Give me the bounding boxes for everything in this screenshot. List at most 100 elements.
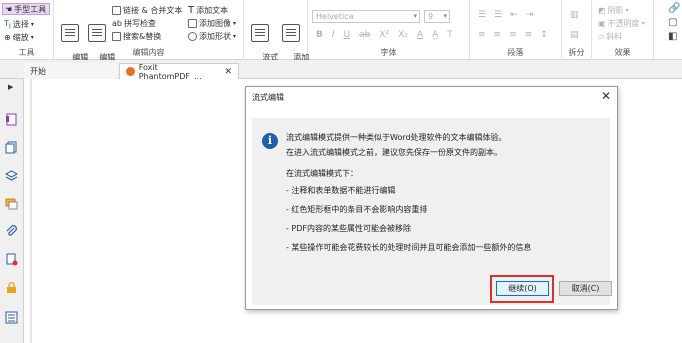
strikethrough-icon[interactable]: ab	[359, 30, 370, 40]
opacity-icon: ▣	[598, 19, 606, 28]
page-border	[30, 79, 32, 343]
cancel-button[interactable]: 取消(C)	[559, 281, 612, 296]
increase-indent-icon[interactable]: ⇥	[526, 10, 534, 20]
font-group: Helvetica ▾ 9 ▾ B I U ab X² X₂ A A̲ T 字体	[308, 0, 470, 60]
dialog-message-line: - PDF内容的某些属性可能会被移除	[286, 224, 412, 233]
line-spacing-icon[interactable]: ↕	[540, 30, 548, 40]
chevron-down-icon: ▾	[641, 20, 645, 27]
font-size-select[interactable]: 9 ▾	[424, 10, 450, 23]
add-text-button[interactable]: T 添加文本	[188, 5, 228, 16]
effects-group-label: 效果	[614, 48, 631, 57]
flow-edit-group: 流式 编辑 添加 文本框	[244, 0, 309, 72]
select-text-icon: TI	[4, 19, 11, 31]
lock-icon[interactable]	[5, 281, 18, 294]
chevron-down-icon: ▾	[625, 7, 629, 14]
info-icon: i	[262, 133, 278, 149]
decrease-indent-icon[interactable]: ⇤	[510, 10, 518, 20]
add-shape-button[interactable]: 添加形状 ▾	[188, 31, 236, 42]
chevron-down-icon: ▾	[233, 20, 237, 27]
split-group: ▥ ▤ 拆分	[562, 0, 592, 60]
font-name-select[interactable]: Helvetica ▾	[312, 10, 420, 23]
underline-icon[interactable]: U	[344, 30, 351, 40]
text-spacing-icon[interactable]: T	[447, 30, 453, 40]
dialog-message-line: - 红色矩形框中的条目不会影响内容重排	[286, 205, 428, 214]
add-image-button[interactable]: 添加图像 ▾	[188, 18, 236, 29]
split-column-icon[interactable]: ▥	[570, 10, 579, 20]
attachment-icon[interactable]	[5, 225, 18, 238]
foxit-document-icon	[126, 67, 135, 76]
text-height-icon[interactable]: A̲	[432, 30, 438, 40]
close-icon[interactable]: ✕	[601, 89, 611, 103]
chevron-down-icon: ▾	[233, 33, 237, 40]
dialog-message-line: 在流式编辑模式下：	[286, 169, 358, 178]
signature-icon[interactable]	[5, 253, 18, 266]
continue-button[interactable]: 继续(O)	[496, 281, 549, 296]
paragraph-group: ☰ ☰ ⇤ ⇥ ≡ ≡ ≡ ≡ ↕ 段落	[470, 0, 562, 60]
link-merge-icon	[112, 6, 121, 15]
skew-icon: ▱	[598, 32, 605, 41]
chevron-down-icon: ▾	[413, 12, 417, 20]
bullet-list-icon[interactable]: ☰	[478, 10, 486, 20]
superscript-icon[interactable]: X²	[379, 30, 389, 40]
tools-group: ☚ 手型工具 TI 选择 ▾ ⊕ 缩放 ▾ 工具	[0, 0, 54, 60]
bookmark-icon[interactable]: ◧	[668, 31, 677, 42]
page-thumbnail-icon[interactable]	[5, 113, 18, 126]
subscript-icon[interactable]: X₂	[398, 30, 408, 40]
attach-icon[interactable]: ▢	[668, 17, 677, 28]
skew-button[interactable]: ▱ 斜料	[598, 31, 622, 42]
justify-icon[interactable]: ≡	[525, 30, 533, 40]
dialog-title: 流式编辑	[252, 93, 284, 102]
italic-icon[interactable]: I	[332, 30, 335, 40]
align-center-icon[interactable]: ≡	[494, 30, 502, 40]
align-left-icon[interactable]: ≡	[478, 30, 486, 40]
document-tabs: 开始 Foxit PhantomPDF_... ✕	[0, 60, 682, 81]
ribbon-toolbar: ☚ 手型工具 TI 选择 ▾ ⊕ 缩放 ▾ 工具 编辑 文本 编辑 对象 链接 …	[0, 0, 682, 72]
pages-icon[interactable]	[5, 141, 18, 154]
dialog-message-line: 在进入流式编辑模式之前，建议您先保存一份原文件的副本。	[286, 148, 502, 157]
shadow-icon: ◩	[598, 6, 606, 15]
tab-start[interactable]: 开始	[24, 63, 118, 79]
link-icon[interactable]: 🔗	[668, 3, 680, 14]
comments-icon[interactable]	[5, 197, 18, 210]
add-text-icon: T	[188, 5, 195, 16]
split-merge-icon[interactable]: ▤	[570, 30, 579, 40]
split-row-2: ▤	[570, 30, 579, 40]
edit-content-group-label: 编辑内容	[132, 48, 165, 57]
numbered-list-icon[interactable]: ☰	[494, 10, 502, 20]
split-group-label: 拆分	[568, 48, 585, 57]
dialog-body: i 流式编辑模式提供一种类似于Word处理软件的文本编辑体验。 在进入流式编辑模…	[252, 118, 612, 305]
font-color-icon[interactable]: A	[417, 30, 423, 40]
spell-check-button[interactable]: ab 拼写检查	[112, 18, 156, 29]
left-navigation-panel: ▶	[0, 79, 24, 343]
font-format-row: B I U ab X² X₂ A A̲ T	[316, 30, 453, 40]
expand-panel-icon[interactable]: ▶	[8, 83, 13, 91]
zoom-tool-button[interactable]: ⊕ 缩放 ▾	[4, 32, 34, 43]
edit-object-icon	[88, 24, 106, 42]
tab-document[interactable]: Foxit PhantomPDF_... ✕	[119, 63, 239, 81]
chevron-down-icon: ▾	[443, 12, 447, 20]
add-textbox-icon	[282, 24, 300, 42]
align-right-icon[interactable]: ≡	[509, 30, 517, 40]
dialog-message-line: - 某些操作可能会花费较长的处理时间并且可能会添加一些额外的信息	[286, 243, 532, 252]
chevron-down-icon: ▾	[30, 21, 34, 29]
shadow-button[interactable]: ◩ 阴影 ▾	[598, 5, 629, 16]
edit-content-group: 编辑 文本 编辑 对象 链接 & 合并文本 ab 拼写检查 搜索&替换 T 添加…	[54, 0, 244, 72]
paragraph-group-label: 段落	[507, 48, 524, 57]
chevron-down-icon: ▾	[30, 34, 34, 41]
close-icon[interactable]: ✕	[224, 67, 232, 77]
bold-icon[interactable]: B	[316, 30, 323, 40]
add-shape-icon	[188, 32, 197, 41]
content-panel-icon[interactable]	[5, 311, 18, 324]
flow-edit-dialog: 流式编辑 ✕ i 流式编辑模式提供一种类似于Word处理软件的文本编辑体验。 在…	[245, 86, 618, 310]
hand-icon: ☚	[5, 4, 13, 14]
dialog-message-line: 流式编辑模式提供一种类似于Word处理软件的文本编辑体验。	[286, 133, 507, 142]
hand-tool-button[interactable]: ☚ 手型工具	[2, 3, 50, 15]
opacity-button[interactable]: ▣ 不透明度 ▾	[598, 18, 645, 29]
flow-edit-icon	[251, 24, 269, 42]
tools-group-label: 工具	[18, 48, 35, 57]
dialog-message-line: - 注释和表单数据不能进行编辑	[286, 186, 396, 195]
layers-icon[interactable]	[5, 169, 18, 182]
select-tool-button[interactable]: TI 选择 ▾	[4, 19, 34, 31]
link-merge-button[interactable]: 链接 & 合并文本	[112, 5, 182, 16]
find-replace-button[interactable]: 搜索&替换	[112, 31, 161, 42]
